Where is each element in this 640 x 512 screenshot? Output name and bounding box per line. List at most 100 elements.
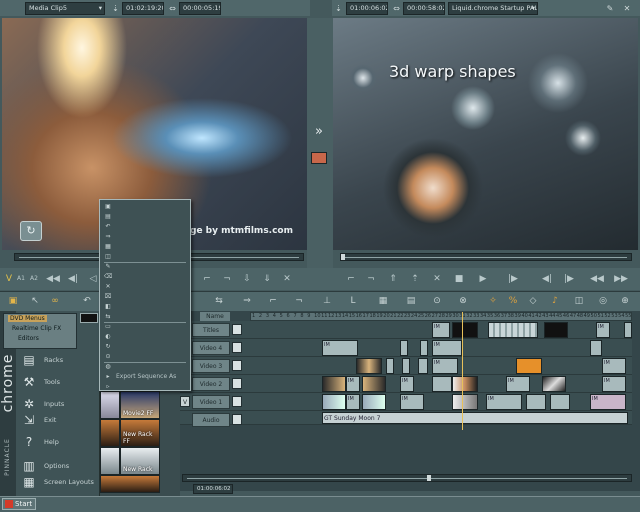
- clip[interactable]: IM: [602, 358, 626, 374]
- record-timecode[interactable]: 01:00:06:02: [346, 2, 388, 15]
- razor-icon[interactable]: L: [346, 295, 360, 307]
- clear-marks-button[interactable]: ✕: [280, 273, 294, 285]
- undo-icon[interactable]: ↶: [80, 295, 94, 307]
- sync-icon[interactable]: ⊗: [456, 295, 470, 307]
- clip[interactable]: [362, 376, 386, 392]
- clip[interactable]: IM: [346, 376, 360, 392]
- clip[interactable]: [400, 340, 408, 356]
- clip[interactable]: [402, 358, 410, 374]
- ripple-icon[interactable]: ▤: [404, 295, 418, 307]
- clip[interactable]: [356, 358, 382, 374]
- context-menu-item[interactable]: ✕: [100, 282, 190, 292]
- trim-in-icon[interactable]: ⌐: [266, 295, 280, 307]
- track-lock-toggle[interactable]: [232, 396, 242, 407]
- clip[interactable]: IM: [432, 322, 450, 338]
- context-menu-item[interactable]: ▤: [100, 212, 190, 222]
- clip[interactable]: [420, 340, 428, 356]
- context-menu-item[interactable]: ⊙: [100, 352, 190, 362]
- step-back-icon[interactable]: ◀|: [66, 273, 80, 285]
- clip[interactable]: [452, 394, 478, 410]
- rack-thumbnail[interactable]: [100, 419, 120, 447]
- transfer-arrow-icon[interactable]: »: [311, 125, 327, 139]
- scrub-audio-icon[interactable]: ◎: [596, 295, 610, 307]
- clip[interactable]: IM: [596, 322, 610, 338]
- track-label[interactable]: Audio: [192, 413, 230, 427]
- audio-clip[interactable]: GT Sunday Moon 7: [322, 412, 628, 424]
- context-menu-item[interactable]: ▦: [100, 242, 190, 252]
- play-icon[interactable]: ▶: [476, 273, 490, 285]
- clip[interactable]: [488, 322, 538, 338]
- playhead[interactable]: [462, 312, 463, 430]
- project-tree[interactable]: DVD Menus Realtime Clip FX Editors: [3, 313, 77, 349]
- clip[interactable]: [432, 376, 452, 392]
- track-lock-toggle[interactable]: [232, 342, 242, 353]
- clip[interactable]: [452, 376, 478, 392]
- fast-forward-icon[interactable]: ▶▶: [614, 273, 628, 285]
- trim-out-icon[interactable]: ¬: [292, 295, 306, 307]
- track-label[interactable]: Video 3: [192, 359, 230, 373]
- clip[interactable]: [542, 376, 566, 392]
- move-icon[interactable]: ⇒: [240, 295, 254, 307]
- prev-edit-icon[interactable]: ◀|: [540, 273, 554, 285]
- mark-in-button[interactable]: ⌐: [344, 273, 358, 285]
- tree-item[interactable]: Realtime Clip FX: [12, 325, 61, 332]
- track-label[interactable]: Titles: [192, 323, 230, 337]
- fx-icon[interactable]: %: [506, 295, 520, 307]
- lift-button[interactable]: ⇑: [386, 273, 400, 285]
- project-dropdown[interactable]: Liquid.chrome Startup PAL ▾: [448, 2, 538, 15]
- clear-marks-button[interactable]: ✕: [430, 273, 444, 285]
- mark-in-icon[interactable]: ⇣: [110, 3, 121, 14]
- source-timecode[interactable]: 01:02:19:20: [122, 2, 164, 15]
- overwrite-button[interactable]: ⇓: [260, 273, 274, 285]
- clip[interactable]: [362, 394, 386, 410]
- clip[interactable]: [544, 322, 568, 338]
- tree-item[interactable]: Editors: [18, 335, 39, 342]
- clip[interactable]: [418, 358, 428, 374]
- clip[interactable]: IM: [322, 340, 358, 356]
- close-icon[interactable]: ✕: [620, 3, 634, 14]
- mark-out-button[interactable]: ¬: [364, 273, 378, 285]
- clip[interactable]: [550, 394, 570, 410]
- track-lock-toggle[interactable]: [232, 360, 242, 371]
- clip[interactable]: IM: [346, 394, 360, 410]
- clip[interactable]: [590, 340, 602, 356]
- clip[interactable]: [452, 322, 478, 338]
- context-menu-item[interactable]: ◐: [100, 332, 190, 342]
- mark-in-icon[interactable]: ⇣: [333, 3, 344, 14]
- start-item-tools[interactable]: ⚒ Tools: [16, 371, 98, 393]
- audio-fx-icon[interactable]: ♪: [548, 295, 562, 307]
- context-menu[interactable]: ▣ ▤ ↶ ⇒ ▦ ◫ ✎ ⌫ ✕ ⌧ ◧ ⇆ ▭ ◐ ↻ ⊙ ◍ ▸ Export Sequence As ▹: [99, 199, 191, 391]
- source-duration[interactable]: 00:00:05:19: [179, 2, 221, 15]
- clip[interactable]: IM: [486, 394, 522, 410]
- rack-thumbnail[interactable]: New Rack: [120, 447, 160, 475]
- start-item-racks[interactable]: ▤ Racks: [16, 349, 98, 371]
- play-reverse-icon[interactable]: ◁: [86, 273, 100, 285]
- folder-icon[interactable]: ▣: [6, 295, 20, 307]
- context-menu-item[interactable]: ↶: [100, 222, 190, 232]
- clip[interactable]: [516, 358, 542, 374]
- context-menu-item[interactable]: ⇆: [100, 312, 190, 322]
- track-lock-toggle[interactable]: [232, 414, 242, 425]
- a1-track-toggle[interactable]: A1: [14, 273, 28, 285]
- tree-item[interactable]: DVD Menus: [8, 315, 47, 322]
- track-lock-toggle[interactable]: [232, 324, 242, 335]
- loop-icon[interactable]: ↻: [20, 221, 42, 241]
- record-duration[interactable]: 00:00:58:02: [403, 2, 445, 15]
- track-label[interactable]: Video 2: [192, 377, 230, 391]
- start-item-help[interactable]: ? Help: [16, 431, 98, 453]
- track-label[interactable]: Video 4: [192, 341, 230, 355]
- context-menu-item[interactable]: ▭: [100, 322, 190, 332]
- record-indicator-icon[interactable]: [311, 152, 327, 164]
- clip[interactable]: [386, 358, 394, 374]
- context-menu-item[interactable]: ⌫: [100, 272, 190, 282]
- clip[interactable]: IM: [400, 394, 424, 410]
- duration-icon[interactable]: ⇔: [167, 3, 178, 14]
- context-menu-item[interactable]: ⌧: [100, 292, 190, 302]
- pointer-icon[interactable]: ↖: [28, 295, 42, 307]
- stop-icon[interactable]: ■: [452, 273, 466, 285]
- context-menu-item[interactable]: ▹: [100, 382, 190, 392]
- video-target-toggle[interactable]: V: [180, 396, 190, 407]
- context-menu-item[interactable]: ▸ Export Sequence As: [100, 372, 190, 382]
- context-menu-item[interactable]: ◧: [100, 302, 190, 312]
- clip[interactable]: [526, 394, 546, 410]
